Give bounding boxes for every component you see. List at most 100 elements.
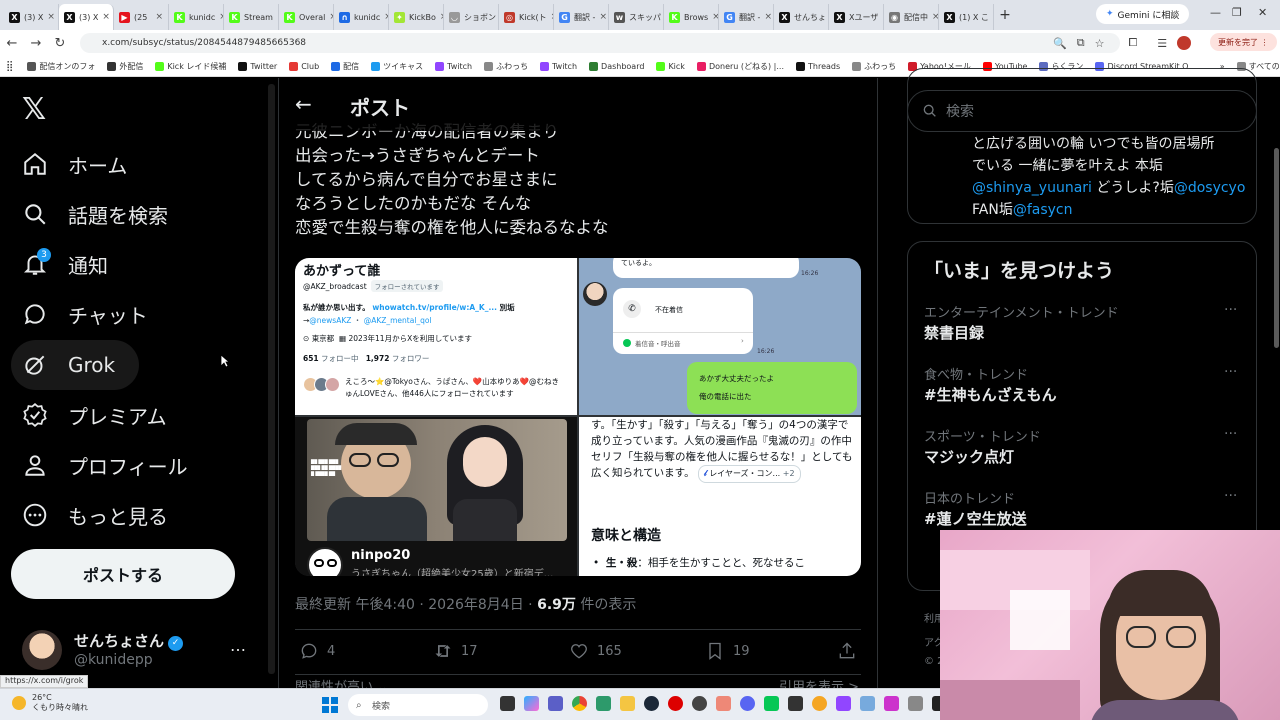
bio-mention[interactable]: @shinya_yuunari	[972, 180, 1092, 196]
browser-tab[interactable]: X (3) X ×	[59, 4, 114, 30]
bio-mention[interactable]: @fasycn	[1013, 202, 1073, 218]
media-chat-screenshot-image[interactable]: ているよ。 16:26 ✆ 不在着信 着信音・呼出音 › 16:26 あかず大丈…	[579, 258, 861, 415]
trend-name[interactable]: #生神もんざえもん	[924, 384, 1057, 405]
app-icon[interactable]	[788, 696, 803, 711]
nav-item-premium[interactable]: プレミアム	[22, 393, 167, 437]
new-tab-button[interactable]: +	[994, 7, 1016, 23]
chrome-icon[interactable]	[572, 696, 587, 711]
account-switcher[interactable]: せんちょさん ✓ @kunidepp …	[22, 626, 252, 674]
discord-icon[interactable]	[740, 696, 755, 711]
bookmark-item[interactable]: Twitch	[534, 61, 583, 71]
update-button[interactable]: 更新を完了 ⋮	[1210, 33, 1277, 51]
line-icon[interactable]	[764, 696, 779, 711]
browser-tab[interactable]: G 翻訳 - ×	[554, 4, 609, 30]
tab-close-icon[interactable]: ×	[712, 12, 718, 22]
nav-item-bell[interactable]: 通知	[22, 242, 108, 286]
close-window-icon[interactable]: ✕	[1258, 6, 1267, 19]
app-icon[interactable]	[716, 696, 731, 711]
bookmark-item[interactable]: 配信	[325, 61, 365, 72]
view-quotes-link[interactable]: 引用を表示 >	[779, 676, 859, 688]
browser-tab[interactable]: K Brows×	[664, 4, 719, 30]
bookmark-item[interactable]: Twitter	[232, 61, 283, 71]
profile-avatar-icon[interactable]	[1177, 36, 1192, 50]
task-view-icon[interactable]	[500, 696, 515, 711]
right-scrollbar-thumb[interactable]	[1274, 148, 1279, 348]
post-time[interactable]: 午後4:40	[355, 597, 414, 613]
bookmark-item[interactable]: Kick	[650, 61, 691, 71]
media-icon[interactable]: ☰	[1157, 37, 1167, 50]
trend-more-icon[interactable]: ···	[1224, 488, 1237, 504]
bookmark-item[interactable]: Dashboard	[583, 61, 650, 71]
browser-tab[interactable]: X(1) X こ×	[939, 4, 994, 30]
trend-more-icon[interactable]: ···	[1224, 302, 1237, 318]
tab-close-icon[interactable]: ×	[932, 12, 938, 22]
bookmark-item[interactable]: 配信オンのフォ	[21, 61, 101, 72]
browser-tab[interactable]: KOveral×	[279, 4, 334, 30]
nav-item-more[interactable]: もっと見る	[22, 493, 168, 537]
x-logo-icon[interactable]: 𝕏	[22, 92, 46, 127]
back-nav-icon[interactable]: ←	[0, 36, 24, 51]
teams-icon[interactable]	[548, 696, 563, 711]
repost-button[interactable]: 17	[433, 641, 478, 661]
gemini-button[interactable]: ✦ Gemini に相談	[1096, 4, 1190, 24]
extensions-icon[interactable]: ⧠	[1128, 36, 1137, 50]
explorer-icon[interactable]	[620, 696, 635, 711]
media-grok-answer-image[interactable]: す。「生かす」「殺す」「与える」「奪う」の4つの漢字で成り立っています。人気の漫…	[579, 417, 861, 576]
account-more-icon[interactable]: …	[230, 636, 246, 655]
minimize-icon[interactable]: —	[1210, 6, 1221, 19]
browser-tab[interactable]: ▶ (25 ×	[114, 4, 169, 30]
app-icon[interactable]	[812, 696, 827, 711]
copilot-icon[interactable]	[524, 696, 539, 711]
app-icon[interactable]	[596, 696, 611, 711]
app-icon[interactable]	[884, 696, 899, 711]
like-button[interactable]: 165	[569, 641, 622, 661]
browser-tab[interactable]: wスキッパ×	[609, 4, 664, 30]
trend-name[interactable]: 禁書目録	[924, 322, 984, 343]
reply-button[interactable]: 4	[299, 641, 335, 661]
trend-name[interactable]: #蓮ノ空生放送	[924, 508, 1027, 529]
reload-icon[interactable]: ↻	[48, 36, 72, 51]
browser-tab[interactable]: Xせんちょ×	[774, 4, 829, 30]
notepad-icon[interactable]	[860, 696, 875, 711]
windows-start-icon[interactable]	[322, 697, 338, 713]
app-icon[interactable]	[836, 696, 851, 711]
browser-tab[interactable]: ◡ショボン×	[444, 4, 499, 30]
nav-item-home[interactable]: ホーム	[22, 142, 127, 186]
tab-close-icon[interactable]: ×	[599, 12, 607, 22]
sort-replies-dropdown[interactable]: 関連性が高い ⌄	[295, 676, 388, 688]
weather-widget[interactable]: 26°C くもり時々晴れ	[12, 693, 88, 713]
app-icon[interactable]	[908, 696, 923, 711]
bookmark-item[interactable]: 外配信	[101, 61, 149, 72]
bio-mention[interactable]: @dosycyo	[1174, 180, 1246, 196]
bookmark-item[interactable]: ふわっち	[846, 61, 902, 72]
url-field[interactable]: x.com/subsyc/status/2084544879485665368	[80, 33, 1120, 53]
browser-tab[interactable]: Kkunidc×	[169, 4, 224, 30]
browser-tab[interactable]: ◎Kick(ト×	[499, 4, 554, 30]
app-icon[interactable]	[692, 696, 707, 711]
left-scrollbar-track[interactable]	[268, 84, 275, 674]
nav-item-grok[interactable]: Grok	[22, 343, 115, 387]
tab-close-icon[interactable]: ×	[155, 12, 163, 22]
nav-item-chat[interactable]: チャット	[22, 292, 148, 336]
bookmark-item[interactable]: Kick レイド候補	[149, 61, 232, 72]
nav-item-profile[interactable]: プロフィール	[22, 443, 188, 487]
record-icon[interactable]	[668, 696, 683, 711]
trend-name[interactable]: マジック点灯	[924, 446, 1014, 467]
nav-item-search[interactable]: 話題を検索	[22, 192, 168, 236]
taskbar-search[interactable]: ⌕ 検索	[348, 694, 488, 716]
post-date[interactable]: 2026年8月4日	[428, 597, 523, 613]
tab-close-icon[interactable]: ×	[764, 12, 772, 22]
browser-tab[interactable]: ✦KickBo×	[389, 4, 444, 30]
bookmark-button[interactable]: 19	[705, 641, 750, 661]
browser-tab[interactable]: ◉ 配信中 ×	[884, 4, 939, 30]
bookmark-item[interactable]: Club	[283, 61, 325, 71]
zoom-icon[interactable]: 🔍	[1053, 37, 1067, 50]
bookmark-item[interactable]: Doneru (どねる) |...	[691, 61, 790, 72]
browser-tab[interactable]: ∩kunidc×	[334, 4, 389, 30]
apps-grid-icon[interactable]: ⣿	[6, 61, 13, 72]
maximize-icon[interactable]: ❐	[1232, 6, 1242, 19]
bookmark-item[interactable]: ふわっち	[478, 61, 534, 72]
bookmark-item[interactable]: Twitch	[429, 61, 478, 71]
browser-tab[interactable]: KStream×	[224, 4, 279, 30]
media-video-thumbnail[interactable]: ██ ███ ███ ███ ██ ████ █ ████ ██ ninpo20 う…	[295, 417, 577, 576]
